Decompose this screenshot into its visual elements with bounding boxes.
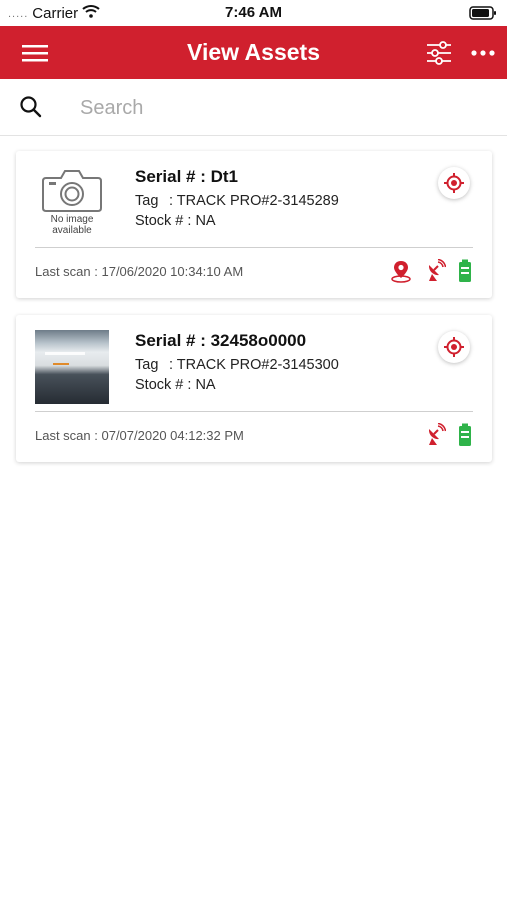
search-input[interactable] [74, 91, 474, 125]
battery-status-icon [469, 6, 497, 25]
asset-card[interactable]: No image available Serial # : Dt1 Tag : T… [16, 151, 492, 298]
more-horizontal-icon [471, 49, 495, 56]
camera-icon [42, 170, 102, 212]
sliders-icon [427, 40, 451, 65]
tag-row: Tag : TRACK PRO#2-3145300 [135, 355, 339, 375]
photo-detail [45, 352, 85, 355]
tag-row: Tag : TRACK PRO#2-3145289 [135, 191, 339, 211]
divider [35, 247, 473, 248]
asset-info: Serial # : Dt1 Tag: TRACK PRO#2-3145289 … [135, 167, 339, 231]
filter-button[interactable] [415, 26, 463, 79]
satellite-icon [428, 259, 446, 281]
stock-number: Stock # : NA [135, 377, 216, 393]
locate-button[interactable] [438, 331, 470, 363]
last-scan: Last scan : 07/07/2020 04:12:32 PM [35, 428, 244, 443]
map-pin-icon [391, 261, 411, 283]
status-icons [424, 423, 472, 447]
status-icons [390, 259, 472, 283]
status-bar: ..... Carrier 7:46 AM [0, 0, 507, 26]
satellite-icon [428, 423, 446, 445]
asset-card[interactable]: Serial # : 32458o0000 Tag : TRACK PRO#2-3… [16, 315, 492, 462]
divider [35, 411, 473, 412]
search-icon [19, 95, 43, 124]
no-image-placeholder: No image available [35, 166, 109, 240]
no-image-label: No image available [50, 214, 94, 236]
crosshair-icon [444, 173, 464, 193]
last-scan: Last scan : 17/06/2020 10:34:10 AM [35, 264, 244, 279]
app-header: View Assets [0, 26, 507, 79]
tag-value: : TRACK PRO#2-3145300 [169, 357, 339, 373]
locate-button[interactable] [438, 167, 470, 199]
battery-icon [459, 259, 471, 282]
more-button[interactable] [459, 26, 507, 79]
tag-label: Tag [135, 193, 159, 209]
status-time: 7:46 AM [225, 4, 282, 21]
tag-label: Tag [135, 357, 159, 373]
photo-detail [53, 363, 69, 365]
crosshair-icon [444, 337, 464, 357]
stock-number: Stock # : NA [135, 213, 216, 229]
asset-info: Serial # : 32458o0000 Tag : TRACK PRO#2-3… [135, 331, 339, 395]
battery-icon [459, 423, 471, 446]
serial-number: Serial # : Dt1 [135, 167, 238, 186]
serial-number: Serial # : 32458o0000 [135, 331, 307, 350]
asset-photo [35, 330, 109, 404]
tag-value: : TRACK PRO#2-3145289 [169, 193, 339, 209]
search-bar [0, 79, 507, 136]
